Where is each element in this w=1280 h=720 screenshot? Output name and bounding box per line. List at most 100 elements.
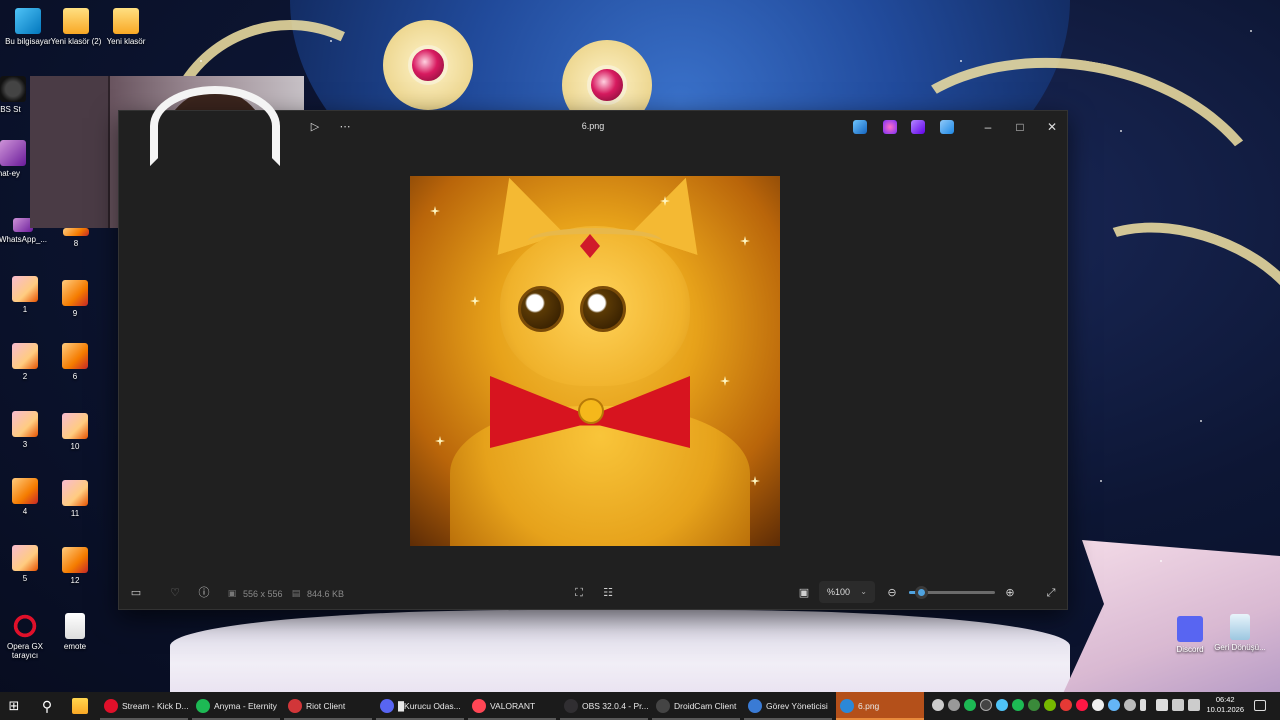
zoom-value: %100 xyxy=(827,587,851,597)
tray-app-icon[interactable] xyxy=(932,699,944,711)
taskbar-item-droidcam[interactable]: DroidCam Client xyxy=(652,692,740,720)
desktop-icon-img-5[interactable]: 5 xyxy=(0,545,53,583)
clipchamp-icon[interactable] xyxy=(911,120,925,134)
filmstrip-icon[interactable]: ▭ xyxy=(129,586,143,600)
file-size-icon: ▤ xyxy=(291,588,301,598)
taskbar-item-valorant[interactable]: VALORANT xyxy=(468,692,556,720)
desktop-icon-img-11[interactable]: 11 xyxy=(47,480,103,518)
desktop-icon-img-3[interactable]: 3 xyxy=(0,411,53,449)
riot-client-icon xyxy=(288,699,302,713)
info-icon[interactable]: ⓘ xyxy=(197,586,211,600)
desktop-icon-new-folder[interactable]: Yeni klasör xyxy=(98,8,154,46)
visual-search-icon[interactable]: ⛶ xyxy=(572,586,586,600)
taskbar-item-riot-client[interactable]: Riot Client xyxy=(284,692,372,720)
desktop-icon-label: Bu bilgisayar xyxy=(5,37,51,46)
tray-app-icon[interactable] xyxy=(948,699,960,711)
discord-icon xyxy=(380,699,394,713)
image-icon xyxy=(12,545,38,571)
zoom-out-icon[interactable]: ⊖ xyxy=(885,586,899,600)
desktop-icon-what-eye[interactable]: what-ey xyxy=(0,140,30,178)
nvidia-icon[interactable] xyxy=(1044,699,1056,711)
desktop-icon-img-2[interactable]: 2 xyxy=(0,343,53,381)
tray-app-icon[interactable] xyxy=(1076,699,1088,711)
extract-text-icon[interactable]: ☷ xyxy=(601,586,615,600)
fit-to-window-icon[interactable]: ▣ xyxy=(797,586,811,600)
edit-image-icon[interactable] xyxy=(853,120,867,134)
file-size: 844.6 KB xyxy=(307,589,345,599)
volume-icon[interactable] xyxy=(1188,699,1200,711)
desktop-icon-recycle-bin[interactable]: Geri Dönüşü... xyxy=(1212,614,1268,652)
zoom-in-icon[interactable]: ⊕ xyxy=(1003,586,1017,600)
tray-app-icon[interactable] xyxy=(980,699,992,711)
desktop-icon-img-1[interactable]: 1 xyxy=(0,276,53,314)
tray-app-icon[interactable] xyxy=(1060,699,1072,711)
desktop-icon-img-6[interactable]: 6 xyxy=(47,343,103,381)
desktop-icon-img-8[interactable]: 8 xyxy=(48,228,104,248)
minimize-icon[interactable]: – xyxy=(977,117,999,137)
tray-app-icon[interactable] xyxy=(996,699,1008,711)
search-icon[interactable]: ⚲ xyxy=(38,697,56,715)
maximize-icon[interactable]: □ xyxy=(1009,117,1031,137)
favorite-icon[interactable]: ♡ xyxy=(168,586,182,600)
spotify-icon[interactable] xyxy=(1012,699,1024,711)
tray-app-icon[interactable] xyxy=(1092,699,1104,711)
zoom-slider-thumb[interactable] xyxy=(915,586,929,599)
copilot-icon[interactable] xyxy=(883,120,897,134)
taskbar-item-spotify[interactable]: Anyma - Eternity xyxy=(192,692,280,720)
taskbar-item-label: DroidCam Client xyxy=(674,701,737,711)
system-clock[interactable]: 06:42 10.01.2026 xyxy=(1206,695,1244,715)
network-icon[interactable] xyxy=(1172,699,1184,711)
image-icon xyxy=(62,413,88,439)
displayed-image xyxy=(410,176,780,546)
desktop-icon-discord[interactable]: Discord xyxy=(1162,616,1218,654)
more-options-icon[interactable]: ⋯ xyxy=(337,119,353,135)
taskbar-item-discord[interactable]: █Kurucu Odas... xyxy=(376,692,464,720)
file-explorer-icon[interactable] xyxy=(72,698,88,714)
taskbar-item-label: Anyma - Eternity xyxy=(214,701,277,711)
dimensions-icon: ▣ xyxy=(227,588,237,598)
desktop-icon-img-12[interactable]: 12 xyxy=(47,547,103,585)
taskbar: ⊞ ⚲ Stream - Kick D... Anyma - Eternity … xyxy=(0,692,1280,720)
image-icon xyxy=(62,343,88,369)
zoom-slider[interactable] xyxy=(909,586,995,599)
taskbar-item-task-manager[interactable]: Görev Yöneticisi xyxy=(744,692,832,720)
taskbar-item-photos[interactable]: 6.png xyxy=(836,692,924,720)
tray-app-icon[interactable] xyxy=(1124,699,1136,711)
fullscreen-icon[interactable]: ⤢ xyxy=(1044,586,1058,600)
desktop-icon-emote[interactable]: emote xyxy=(47,613,103,651)
desktop-icon-label: 4 xyxy=(22,507,28,516)
desktop-icon-label: what-ey xyxy=(0,169,21,178)
notifications-icon[interactable] xyxy=(1254,700,1266,711)
photos-icon xyxy=(840,699,854,713)
photos-bottom-toolbar: ▭ ♡ ⓘ ▣ 556 x 556 ▤ 844.6 KB ⛶ ☷ ▣ %100 … xyxy=(119,577,1067,609)
close-icon[interactable]: ✕ xyxy=(1041,117,1063,137)
desktop-icon-obs[interactable]: OBS St xyxy=(0,76,30,114)
slideshow-icon[interactable]: ▷ xyxy=(307,119,323,135)
desktop-icon-label: WhatsApp_... xyxy=(0,235,48,244)
droidcam-icon xyxy=(656,699,670,713)
desktop-icon-new-folder-2[interactable]: Yeni klasör (2) xyxy=(48,8,104,46)
task-manager-icon xyxy=(748,699,762,713)
taskbar-item-label: Görev Yöneticisi xyxy=(766,701,828,711)
onedrive-icon[interactable] xyxy=(940,120,954,134)
taskbar-item-label: █Kurucu Odas... xyxy=(398,701,461,711)
taskbar-item-obs[interactable]: OBS 32.0.4 - Pr... xyxy=(560,692,648,720)
tray-app-icon[interactable] xyxy=(1108,699,1120,711)
desktop-icon-img-10[interactable]: 10 xyxy=(47,413,103,451)
webcam-headset xyxy=(150,86,280,166)
tray-app-icon[interactable] xyxy=(1028,699,1040,711)
tray-app-icon[interactable] xyxy=(1156,699,1168,711)
desktop-icon-label: 6 xyxy=(72,372,78,381)
discord-icon xyxy=(1177,616,1203,642)
image-icon xyxy=(12,478,38,504)
desktop-icon-img-9[interactable]: 9 xyxy=(47,280,103,318)
windows-start-icon[interactable]: ⊞ xyxy=(6,698,22,714)
photos-app-window[interactable]: ▷ ⋯ 6.png – □ ✕ ▭ ♡ ⓘ ▣ 556 x 556 ▤ 844.… xyxy=(118,110,1068,610)
tray-app-icon[interactable] xyxy=(964,699,976,711)
taskbar-item-stream[interactable]: Stream - Kick D... xyxy=(100,692,188,720)
desktop-icon-img-4[interactable]: 4 xyxy=(0,478,53,516)
obs-icon xyxy=(564,699,578,713)
desktop-icon-opera-gx[interactable]: Opera GX tarayıcı xyxy=(0,613,53,660)
zoom-dropdown[interactable]: %100 ⌄ xyxy=(819,581,875,603)
microphone-icon[interactable] xyxy=(1140,699,1146,711)
